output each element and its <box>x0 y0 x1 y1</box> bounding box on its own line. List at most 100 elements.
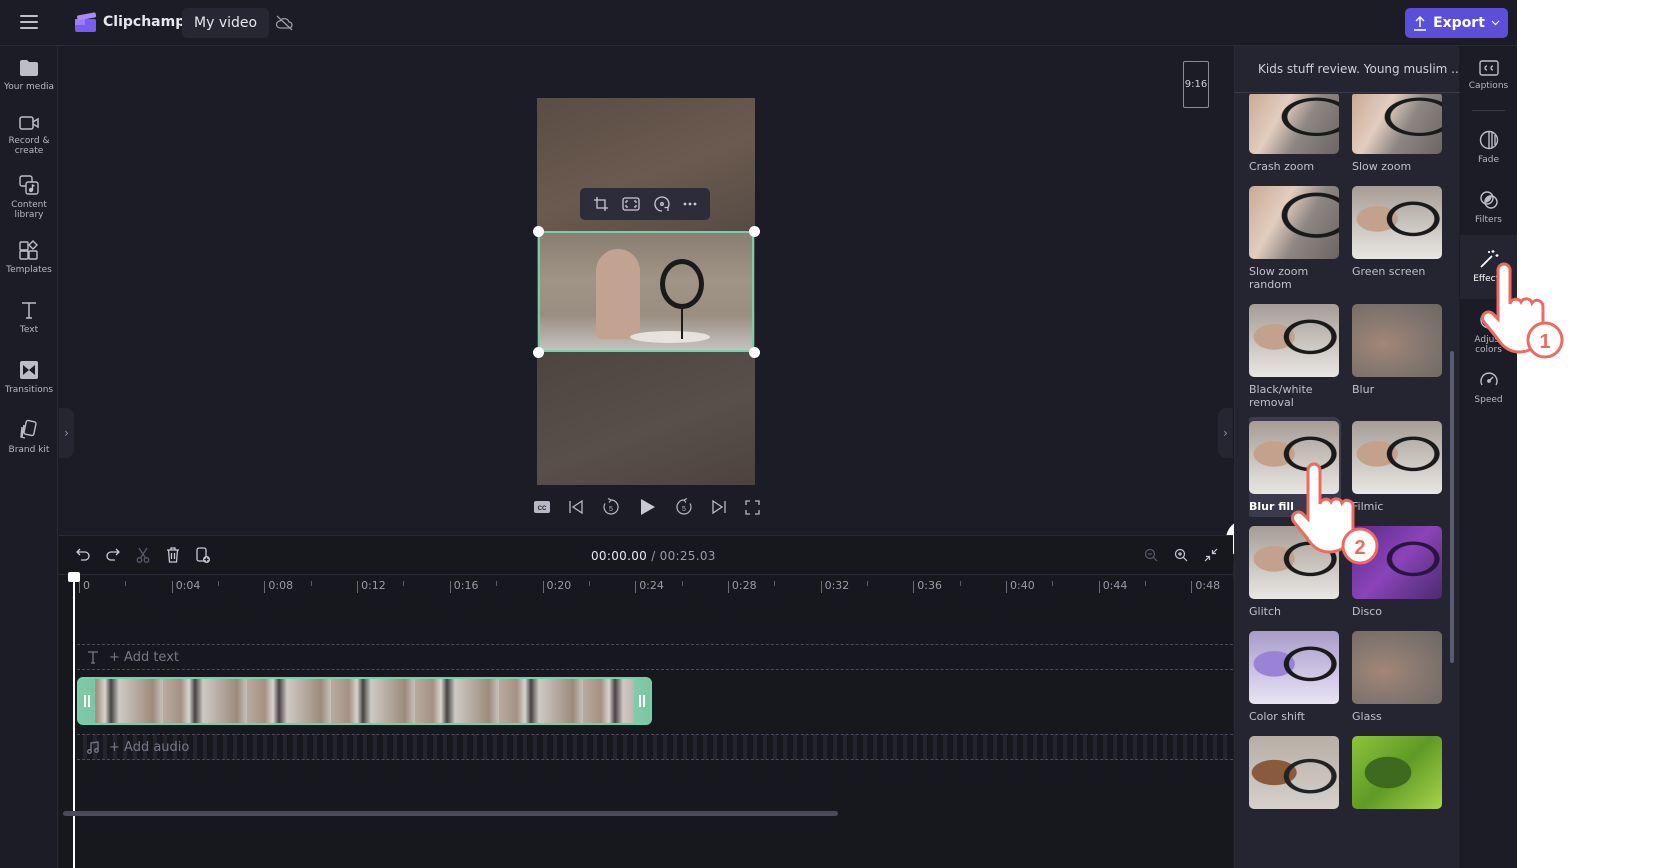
sidebar-item-content-library[interactable]: Content library <box>0 174 58 220</box>
selected-video-clip[interactable] <box>538 231 754 352</box>
rail-item-captions[interactable]: Captions <box>1460 60 1517 91</box>
rail-item-speed[interactable]: Speed <box>1460 370 1517 405</box>
delete-icon[interactable] <box>163 545 183 565</box>
captions-toggle-icon[interactable]: CC <box>534 501 550 513</box>
effect-card-filmic[interactable]: Filmic <box>1352 421 1443 513</box>
effect-card-effect-13[interactable] <box>1352 736 1443 815</box>
resize-handle-top-left[interactable] <box>533 226 544 237</box>
resize-handle-top-right[interactable] <box>749 226 760 237</box>
ruler-minor-tick <box>496 581 498 586</box>
rail-item-filters[interactable]: Filters <box>1460 190 1517 225</box>
project-title-button[interactable]: My video <box>182 8 270 38</box>
rail-item-adjust-colors[interactable]: Adjust colors <box>1460 310 1517 355</box>
ruler-tick-label: 0:44 <box>1098 580 1127 593</box>
timeline-horizontal-scrollbar[interactable] <box>63 811 838 816</box>
sidebar-item-brand-kit[interactable]: Brand kit <box>0 419 58 455</box>
sidebar-item-your-media[interactable]: Your media <box>0 58 58 92</box>
trim-handle-left[interactable] <box>79 679 95 723</box>
video-clip-track[interactable] <box>77 677 652 725</box>
sidebar-label: Text <box>19 325 39 335</box>
effect-card-blur[interactable]: Blur <box>1352 304 1443 396</box>
clip-table <box>630 331 710 343</box>
effect-card-blur-fill[interactable]: Blur fill <box>1249 417 1341 517</box>
effect-card-color-shift[interactable]: Color shift <box>1249 631 1341 723</box>
effects-scrollbar[interactable] <box>1450 351 1454 663</box>
music-note-icon <box>87 740 99 754</box>
ruler-tick-label: 0:28 <box>727 580 757 593</box>
sidebar-label: Transitions <box>4 385 54 395</box>
sidebar-item-templates[interactable]: Templates <box>0 239 58 275</box>
crop-icon[interactable] <box>593 196 609 212</box>
zoom-in-icon[interactable] <box>1171 545 1191 565</box>
effect-thumbnail <box>1352 304 1442 377</box>
skip-back-icon[interactable] <box>568 499 584 515</box>
fullscreen-icon[interactable] <box>745 499 760 515</box>
sidebar-item-record-create[interactable]: Record & create <box>0 114 58 156</box>
sidebar-label: Your media <box>3 82 55 92</box>
cloud-sync-off-icon[interactable] <box>275 14 294 32</box>
play-icon[interactable] <box>638 498 656 516</box>
effect-card-black-white-removal[interactable]: Black/white removal <box>1249 304 1341 409</box>
forward-5-icon[interactable]: 5 <box>675 498 693 516</box>
aspect-ratio-button[interactable]: 9:16 <box>1183 61 1209 108</box>
ruler-tick-label: 0:32 <box>820 580 849 593</box>
expand-left-panel-icon[interactable]: › <box>59 408 74 458</box>
ruler-minor-tick <box>774 581 776 586</box>
effect-card-crash-zoom[interactable]: Crash zoom <box>1249 94 1341 173</box>
chevron-down-icon <box>1491 20 1500 26</box>
sidebar-item-transitions[interactable]: Transitions <box>0 359 58 395</box>
fit-timeline-icon[interactable] <box>1201 545 1221 565</box>
svg-text:5: 5 <box>682 506 686 513</box>
effect-card-effect-12[interactable] <box>1249 736 1341 815</box>
zoom-out-icon[interactable] <box>1141 545 1161 565</box>
effect-thumbnail <box>1352 94 1442 154</box>
rail-label: Adjust <box>1474 335 1503 345</box>
export-button[interactable]: Export <box>1405 8 1508 38</box>
ruler-tick-label: 0:24 <box>635 580 664 593</box>
app-name: Clipchamp <box>103 14 186 30</box>
ruler-minor-tick <box>218 581 220 586</box>
trim-handle-right[interactable] <box>634 679 650 723</box>
ruler-tick-label: 0:04 <box>171 580 200 593</box>
collapse-right-panel-icon[interactable]: › <box>1218 408 1233 458</box>
ruler-tick-label: 0:48 <box>1191 580 1220 593</box>
ruler-minor-tick <box>866 581 868 586</box>
add-audio-track[interactable]: + Add audio <box>77 734 1233 760</box>
rail-divider <box>1472 110 1505 111</box>
ruler-tick-label: 0:16 <box>449 580 479 593</box>
effect-thumbnail <box>1352 736 1442 809</box>
resize-handle-bottom-left[interactable] <box>533 347 544 358</box>
duplicate-add-icon[interactable] <box>193 545 213 565</box>
menu-icon[interactable] <box>20 15 38 29</box>
undo-icon[interactable] <box>73 545 93 565</box>
skip-forward-icon[interactable] <box>711 499 727 515</box>
playhead[interactable] <box>68 572 80 868</box>
effect-card-green-screen[interactable]: Green screen <box>1352 186 1443 278</box>
rotate-icon[interactable] <box>654 196 670 212</box>
effect-label: Black/white removal <box>1249 383 1313 409</box>
effect-card-glass[interactable]: Glass <box>1352 631 1443 723</box>
effect-card-slow-zoom-random[interactable]: Slow zoom random <box>1249 186 1341 291</box>
effect-card-slow-zoom[interactable]: Slow zoom <box>1352 94 1443 173</box>
ruler-tick-label: 0:12 <box>357 580 386 593</box>
add-text-track[interactable]: + Add text <box>77 644 1233 670</box>
time-ruler[interactable]: 0 0:04 0:08 0:12 0:16 0:20 0:24 0:28 0:32 0:36 0:4… <box>59 574 1239 596</box>
rail-item-fade[interactable]: Fade <box>1460 130 1517 165</box>
redo-icon[interactable] <box>103 545 123 565</box>
sidebar-item-text[interactable]: Text <box>0 299 58 335</box>
fit-fill-icon[interactable] <box>622 197 640 211</box>
timecode: 00:00.00 / 00:25.03 <box>591 549 716 563</box>
split-scissors-icon[interactable] <box>133 545 153 565</box>
more-options-icon[interactable] <box>683 202 697 206</box>
effect-card-disco[interactable]: Disco <box>1352 526 1443 618</box>
rewind-5-icon[interactable]: 5 <box>602 498 620 516</box>
text-icon <box>22 302 36 319</box>
effect-thumbnail <box>1249 631 1339 704</box>
effect-label: Blur fill <box>1249 500 1294 513</box>
svg-text:5: 5 <box>609 506 613 513</box>
effect-card-glitch[interactable]: Glitch <box>1249 526 1341 618</box>
rail-item-effects[interactable]: Effects <box>1460 235 1517 299</box>
right-property-rail: Captions Fade Filters Effects Adjust col… <box>1460 46 1517 868</box>
camera-icon <box>19 116 39 130</box>
resize-handle-bottom-right[interactable] <box>749 347 760 358</box>
